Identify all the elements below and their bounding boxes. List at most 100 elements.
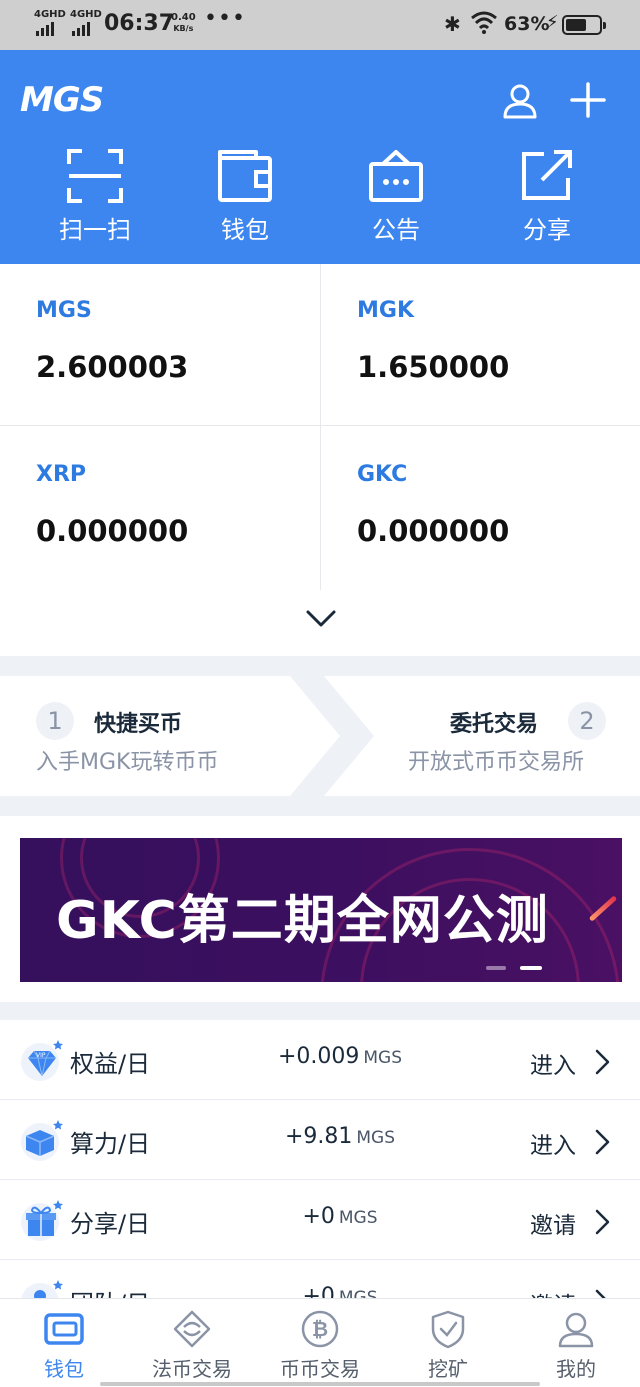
coin-symbol: XRP: [36, 462, 87, 487]
announcement-icon: [369, 150, 423, 202]
announcement-button[interactable]: 公告: [321, 148, 471, 258]
more-notifications-icon: •••: [204, 6, 246, 31]
tab-profile[interactable]: 我的: [512, 1309, 640, 1387]
banner-section: GKC第二期全网公测: [0, 816, 640, 1002]
balance-cell-xrp[interactable]: XRP 0.000000: [0, 428, 320, 590]
earning-amount-group: +9.81 MGS: [220, 1124, 460, 1149]
banner-streak: [588, 895, 618, 922]
share-label: 分享: [523, 216, 571, 244]
tab-label: 挖矿: [428, 1357, 468, 1381]
mining-shield-icon: [431, 1310, 465, 1349]
step-subtitle: 入手MGK玩转币币: [36, 750, 219, 775]
signal-icon: [36, 22, 54, 36]
coin-symbol: GKC: [357, 462, 408, 487]
charging-icon: ⚡: [546, 12, 559, 33]
earning-name: 算力/日: [70, 1130, 151, 1158]
gift-icon: [21, 1200, 63, 1241]
tab-label: 我的: [556, 1357, 596, 1381]
chevron-right-icon[interactable]: [592, 1048, 612, 1076]
list-item[interactable]: 分享/日 +0 MGS 邀请: [0, 1180, 640, 1260]
chevron-down-icon[interactable]: [305, 606, 337, 630]
tab-fiat-trade[interactable]: 法币交易: [128, 1309, 256, 1387]
wallet-tab-icon: [44, 1313, 84, 1345]
bluetooth-icon: ✱: [444, 12, 461, 36]
fiat-exchange-icon: [173, 1310, 211, 1348]
bottom-nav: 钱包 法币交易 ₿ 币币交易 挖矿 我的: [0, 1298, 640, 1387]
plus-icon[interactable]: [568, 80, 608, 120]
banner-title: GKC第二期全网公测: [56, 891, 549, 951]
share-button[interactable]: 分享: [472, 148, 622, 258]
balance-cell-mgs[interactable]: MGS 2.600003: [0, 264, 320, 426]
earnings-list: VIP 权益/日 +0.009 MGS 进入 算力/日 +9.81 MGS 进入 分…: [0, 1020, 640, 1310]
computing-box-icon: [21, 1120, 63, 1161]
step-subtitle: 开放式币币交易所: [408, 750, 585, 775]
battery-fill: [566, 19, 586, 31]
earning-amount: +9.81: [284, 1124, 353, 1149]
status-bar: 4GHD 4GHD 06:37 0.40 KB/s ••• ✱ 63% ⚡: [0, 0, 640, 50]
tab-label: 钱包: [44, 1357, 84, 1381]
clock: 06:37: [104, 11, 175, 36]
network-type-2: 4GHD: [70, 9, 102, 20]
profile-icon: [558, 1312, 594, 1348]
wifi-icon: [471, 11, 497, 34]
invite-link[interactable]: 邀请: [530, 1206, 576, 1240]
app-header: MGS 扫一扫 钱包 公告 分享: [0, 50, 640, 264]
carousel-dot-2-active[interactable]: [520, 966, 542, 970]
earning-unit: MGS: [338, 1208, 378, 1228]
scan-label: 扫一扫: [59, 216, 131, 244]
wallet-icon: [218, 150, 272, 202]
chevron-right-icon[interactable]: [592, 1128, 612, 1156]
earning-amount-group: +0.009 MGS: [220, 1044, 460, 1069]
earning-amount: +0.009: [277, 1044, 360, 1069]
earning-name: 分享/日: [70, 1210, 151, 1238]
enter-link[interactable]: 进入: [530, 1046, 576, 1080]
step-title: 委托交易: [450, 712, 539, 737]
coin-symbol: MGK: [357, 298, 414, 323]
tab-wallet[interactable]: 钱包: [0, 1309, 128, 1387]
enter-link[interactable]: 进入: [530, 1126, 576, 1160]
battery-percent: 63%: [504, 13, 550, 35]
earning-unit: MGS: [363, 1048, 403, 1068]
earning-unit: MGS: [356, 1128, 396, 1148]
carousel-dot-1[interactable]: [486, 966, 506, 970]
coin-balance: 1.650000: [357, 350, 510, 384]
svg-text:₿: ₿: [312, 1317, 328, 1341]
step-arrow-divider: [290, 676, 374, 796]
coin-balance: 2.600003: [36, 350, 189, 384]
announcement-label: 公告: [372, 216, 420, 244]
balance-cell-gkc[interactable]: GKC 0.000000: [321, 428, 640, 590]
wallet-button[interactable]: 钱包: [170, 148, 320, 258]
user-icon[interactable]: [500, 80, 540, 120]
balance-cell-mgk[interactable]: MGK 1.650000: [321, 264, 640, 426]
tab-label: 币币交易: [280, 1357, 360, 1381]
tab-label: 法币交易: [152, 1357, 232, 1381]
list-item[interactable]: VIP 权益/日 +0.009 MGS 进入: [0, 1020, 640, 1100]
step-title: 快捷买币: [94, 712, 183, 737]
grid-divider-vertical: [320, 264, 321, 590]
scan-button[interactable]: 扫一扫: [20, 148, 170, 258]
coin-balance: 0.000000: [36, 514, 189, 548]
coin-balance: 0.000000: [357, 514, 510, 548]
signal-icon-2: [72, 22, 90, 36]
tab-coin-trade[interactable]: ₿ 币币交易: [256, 1309, 384, 1387]
promo-banner[interactable]: GKC第二期全网公测: [20, 838, 622, 982]
network-speed: 0.40 KB/s: [171, 12, 196, 34]
step-number: 1: [36, 702, 74, 740]
earning-name: 权益/日: [70, 1050, 151, 1078]
coin-symbol: MGS: [36, 298, 92, 323]
earning-amount-group: +0MGS: [220, 1204, 460, 1229]
bitcoin-icon: ₿: [301, 1310, 339, 1348]
home-indicator[interactable]: [100, 1382, 540, 1386]
chevron-right-icon[interactable]: [592, 1208, 612, 1236]
vip-diamond-icon: VIP: [21, 1040, 63, 1081]
step-number: 2: [568, 702, 606, 740]
tab-mining[interactable]: 挖矿: [384, 1309, 512, 1387]
svg-text:VIP: VIP: [36, 1052, 46, 1059]
app-logo: MGS: [20, 80, 104, 120]
speed-value: 0.40: [171, 12, 196, 23]
speed-unit: KB/s: [173, 24, 194, 33]
grid-divider-horizontal: [0, 425, 640, 426]
share-icon: [522, 150, 572, 200]
list-item[interactable]: 算力/日 +9.81 MGS 进入: [0, 1100, 640, 1180]
trade-steps: 1 快捷买币 入手MGK玩转币币 委托交易 2 开放式币币交易所: [0, 676, 640, 796]
